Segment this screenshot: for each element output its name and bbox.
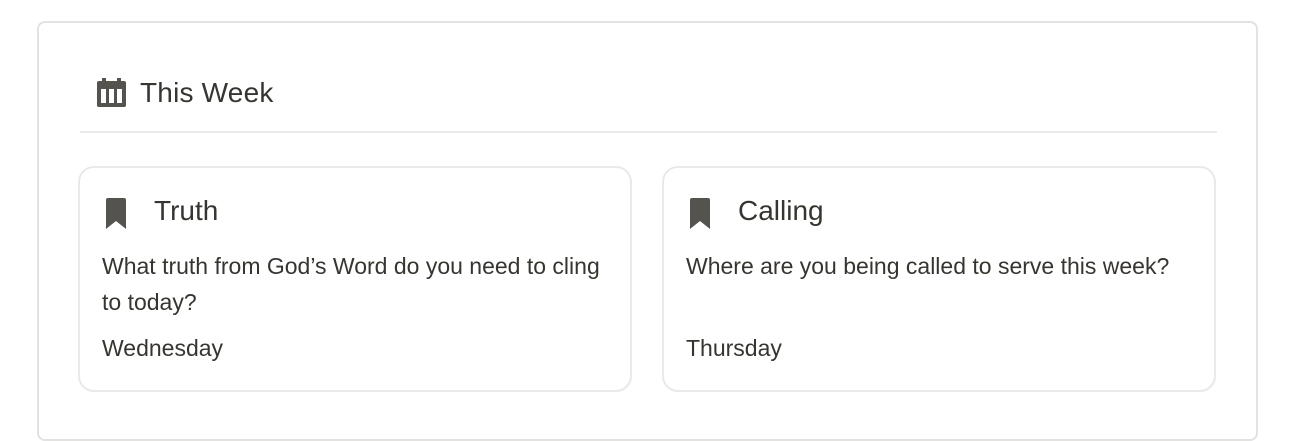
card-question: Where are you being called to serve this…	[686, 253, 1170, 279]
card-title: Truth	[154, 195, 219, 226]
bookmark-icon	[104, 198, 128, 230]
card-truth[interactable]: Truth What truth from God’s Word do you …	[78, 166, 632, 392]
this-week-panel: This Week Truth What truth from God’s Wo…	[37, 21, 1258, 441]
calendar-icon	[96, 78, 127, 108]
card-day: Wednesday	[102, 335, 224, 361]
card-question: What truth from God’s Word do you need t…	[102, 253, 600, 315]
bookmark-icon	[688, 198, 712, 230]
card-day: Thursday	[686, 335, 782, 361]
card-header: Calling	[688, 192, 824, 230]
card-title: Calling	[738, 195, 824, 226]
card-calling[interactable]: Calling Where are you being called to se…	[662, 166, 1216, 392]
panel-header: This Week	[96, 75, 274, 111]
card-header: Truth	[104, 192, 218, 230]
header-divider	[80, 131, 1217, 133]
section-title: This Week	[140, 77, 274, 108]
